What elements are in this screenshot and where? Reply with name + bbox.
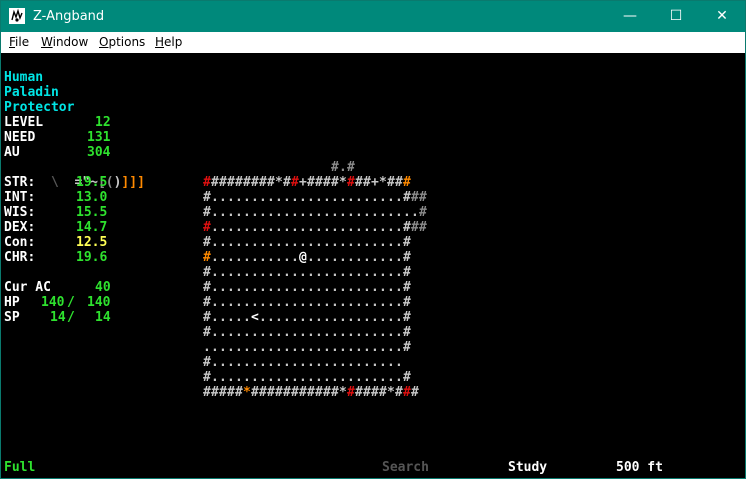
map-row: #........................#: [203, 295, 411, 310]
menu-help-rest: elp: [164, 35, 183, 49]
study-status: Study: [508, 460, 548, 475]
stat-value: 19.6: [76, 250, 108, 265]
sp-max: 14: [95, 310, 111, 325]
need-label: NEED: [4, 130, 36, 145]
stat-value: 19.5: [76, 175, 108, 190]
menu-window-accel: W: [41, 35, 53, 49]
stat-label: STR:: [4, 175, 36, 190]
menu-help-accel: H: [155, 35, 165, 49]
map-row: #.....<..................#: [203, 310, 411, 325]
equip-slot-gloves: ]: [129, 175, 138, 190]
app-icon: [9, 8, 25, 24]
level-value: 12: [95, 115, 111, 130]
close-button[interactable]: ✕: [699, 1, 745, 32]
stat-label: Con:: [4, 235, 36, 250]
hp-max: 140: [87, 295, 111, 310]
map-row: #........................#: [203, 370, 411, 385]
title-bar[interactable]: Z-Angband — ☐ ✕: [1, 1, 745, 32]
stat-label: INT:: [4, 190, 36, 205]
sp-label: SP: [4, 310, 20, 325]
map-row: #..........................#: [203, 205, 427, 220]
menu-options[interactable]: Options: [99, 35, 145, 50]
map-row: #........................#: [203, 235, 411, 250]
hunger-status: Full: [4, 460, 36, 475]
map-row: #........................#: [203, 280, 411, 295]
menu-window-rest: indow: [52, 35, 89, 49]
ac-label: Cur AC: [4, 280, 51, 295]
stat-label: WIS:: [4, 205, 36, 220]
game-terminal[interactable]: Human Paladin Protector LEVEL 12 NEED 13…: [1, 53, 745, 478]
char-race: Human: [4, 70, 44, 85]
stat-label: DEX:: [4, 220, 36, 235]
menu-window[interactable]: Window: [41, 35, 88, 50]
map-row: #........................#: [203, 265, 411, 280]
map-row: #####*###########*#####*###: [203, 385, 419, 400]
map-row: #........................: [203, 355, 403, 370]
au-label: AU: [4, 145, 20, 160]
stat-value: 15.5: [76, 205, 108, 220]
menu-file[interactable]: File: [9, 35, 29, 50]
char-title: Protector: [4, 100, 75, 115]
menu-help[interactable]: Help: [155, 35, 182, 50]
maximize-button[interactable]: ☐: [653, 1, 699, 32]
ac-value: 40: [95, 280, 111, 295]
map-row: #........................###: [203, 220, 427, 235]
stat-value: 14.7: [76, 220, 108, 235]
map-row: #.#: [331, 160, 355, 175]
char-class: Paladin: [4, 85, 59, 100]
hp-separator: /: [67, 295, 75, 310]
hp-label: HP: [4, 295, 20, 310]
sp-separator: /: [67, 310, 75, 325]
level-label: LEVEL: [4, 115, 44, 130]
search-status: Search: [382, 460, 429, 475]
equip-slot-bow: [59, 175, 67, 190]
need-value: 131: [87, 130, 111, 145]
equipment-row: \ ="~[()]]]: [4, 160, 145, 190]
depth-status: 500 ft: [616, 460, 663, 475]
minimize-button[interactable]: —: [607, 1, 653, 32]
menu-bar: File Window Options Help: [1, 32, 745, 53]
equip-slot-weapon: \: [50, 175, 59, 190]
window-title: Z-Angband: [33, 9, 105, 24]
map-row: #........................###: [203, 190, 427, 205]
map-row: #...........@............#: [203, 250, 411, 265]
au-value: 304: [87, 145, 111, 160]
hp-current: 140: [41, 295, 65, 310]
map-row: #########*##+####*###+*###: [203, 175, 411, 190]
map-row: .........................#: [203, 340, 411, 355]
equip-slot-boots: ]: [137, 175, 145, 190]
map-row: #........................#: [203, 325, 411, 340]
stat-value: 12.5: [76, 235, 108, 250]
game-window: Z-Angband — ☐ ✕ File Window Options Help…: [0, 0, 746, 479]
sp-current: 14: [50, 310, 66, 325]
stat-value: 13.0: [76, 190, 108, 205]
menu-file-rest: ile: [15, 35, 30, 49]
menu-options-rest: ptions: [108, 35, 146, 49]
stat-label: CHR:: [4, 250, 36, 265]
